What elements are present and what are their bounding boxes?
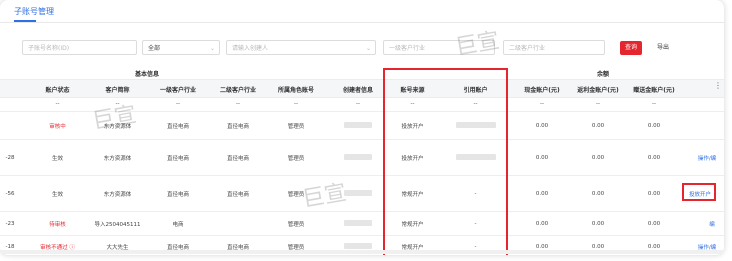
- chevron-down-icon: ⌄: [365, 45, 371, 52]
- creator-info-redacted: [328, 219, 388, 228]
- row-action-link[interactable]: 编: [700, 220, 724, 228]
- filter-cell: --: [596, 101, 600, 107]
- annotation-highlight-action: [682, 183, 716, 201]
- group-basic-info: 基本信息: [135, 71, 160, 78]
- gift-balance: 0.00: [647, 190, 661, 197]
- header-cash[interactable]: 现金账户(元): [512, 85, 572, 94]
- secondary-industry-placeholder: 二级客户行业: [509, 45, 546, 52]
- status-select[interactable]: 全部 ⌄: [142, 40, 220, 55]
- role-account: 管理员: [287, 123, 305, 130]
- rebate-balance: 0.00: [591, 154, 605, 161]
- industry-1: 直径电商: [166, 191, 189, 198]
- role-account: 管理员: [287, 155, 305, 162]
- status-badge: 生效: [51, 191, 63, 198]
- filter-cell: --: [236, 101, 240, 107]
- rebate-balance: 0.00: [591, 190, 605, 197]
- watermark: 巨宣: [453, 28, 502, 61]
- rebate-balance: 0.00: [591, 220, 605, 227]
- row-action-link[interactable]: 操作/编: [690, 154, 724, 162]
- creator-info-redacted: [328, 121, 388, 130]
- row-id: -56: [5, 190, 15, 197]
- industry-1: 直径电商: [166, 155, 189, 162]
- column-settings-icon[interactable]: ⋮: [714, 81, 722, 90]
- chevron-down-icon: ⌄: [209, 45, 215, 52]
- filter-cell: --: [356, 101, 360, 107]
- primary-industry-placeholder: 一级客户行业: [389, 45, 426, 52]
- table-row[interactable]: -28 生效 东方资源体 直径电商 直径电商 管理员 投放开户 0.00 0.0…: [0, 140, 724, 176]
- sub-account-name-placeholder: 子账号名称(ID): [28, 45, 70, 52]
- gift-balance: 0.00: [647, 220, 661, 227]
- gift-balance: 0.00: [647, 154, 661, 161]
- sub-account-panel: 子账号管理 子账号名称(ID) 全部 ⌄ 请输入创建人 ⌄ 一级客户行业 二级客户行…: [0, 0, 724, 255]
- filter-cell: --: [652, 101, 656, 107]
- role-account: 管理员: [287, 221, 305, 228]
- status-select-value: 全部: [148, 45, 161, 52]
- row-id: -23: [5, 220, 15, 227]
- filter-cell: --: [540, 101, 544, 107]
- industry-2: 直径电商: [226, 123, 249, 130]
- query-button[interactable]: 查询: [620, 41, 642, 55]
- employee-select[interactable]: 请输入创建人 ⌄: [226, 40, 376, 55]
- cash-balance: 0.00: [535, 154, 549, 161]
- header-role-account[interactable]: 所属角色账号: [266, 85, 326, 94]
- header-industry-1[interactable]: 一级客户行业: [148, 85, 208, 94]
- table-header-row: 账户状态 客户简称 一级客户行业 二级客户行业 所属角色账号 创建者信息 账号来…: [0, 79, 724, 98]
- header-industry-2[interactable]: 二级客户行业: [208, 85, 268, 94]
- header-gift[interactable]: 赠送金账户(元): [624, 85, 684, 94]
- cash-balance: 0.00: [535, 122, 549, 129]
- row-id: -28: [5, 154, 15, 161]
- rebate-balance: 0.00: [591, 122, 605, 129]
- creator-info-redacted: [328, 153, 388, 162]
- annotation-highlight-box: [383, 68, 508, 255]
- industry-1: 直径电商: [166, 123, 189, 130]
- customer-name: 东方资源体: [103, 155, 132, 162]
- filter-cell: --: [55, 101, 60, 107]
- tab-divider: [0, 22, 724, 23]
- export-button[interactable]: 导出: [650, 41, 676, 55]
- tab-sub-accounts[interactable]: 子账号管理: [14, 6, 54, 17]
- gift-balance: 0.00: [647, 122, 661, 129]
- table-row[interactable]: -56 生效 东方资源体 直径电商 直径电商 管理员 常规开户 - 0.00 0…: [0, 176, 724, 212]
- industry-1: 电商: [172, 221, 184, 228]
- cash-balance: 0.00: [535, 190, 549, 197]
- filter-cell: --: [294, 101, 298, 107]
- header-rebate[interactable]: 返利金账户(元): [568, 85, 628, 94]
- employee-select-placeholder: 请输入创建人: [232, 45, 269, 52]
- sub-account-name-input[interactable]: 子账号名称(ID): [22, 40, 137, 55]
- horizontal-scrollbar[interactable]: [0, 250, 724, 254]
- table-row[interactable]: -23 待审核 导入2504045111 电商 管理员 常规开户 - 0.00 …: [0, 212, 724, 236]
- filter-cell: --: [176, 101, 180, 107]
- industry-2: 直径电商: [226, 155, 249, 162]
- table-group-header: 基本信息 余额: [0, 65, 724, 79]
- customer-name: 导入2504045111: [94, 221, 141, 228]
- header-status[interactable]: 账户状态: [30, 85, 85, 94]
- status-badge: 审核中: [49, 123, 66, 130]
- group-balance: 余额: [597, 71, 610, 78]
- cash-balance: 0.00: [535, 220, 549, 227]
- header-creator[interactable]: 创建者信息: [328, 85, 388, 94]
- status-badge: 生效: [51, 155, 63, 162]
- customer-name: 东方资源体: [103, 191, 132, 198]
- status-badge: 待审核: [49, 221, 66, 228]
- industry-2: 直径电商: [226, 191, 249, 198]
- secondary-industry-select[interactable]: 二级客户行业: [503, 40, 605, 55]
- header-customer[interactable]: 客户简称: [90, 85, 145, 94]
